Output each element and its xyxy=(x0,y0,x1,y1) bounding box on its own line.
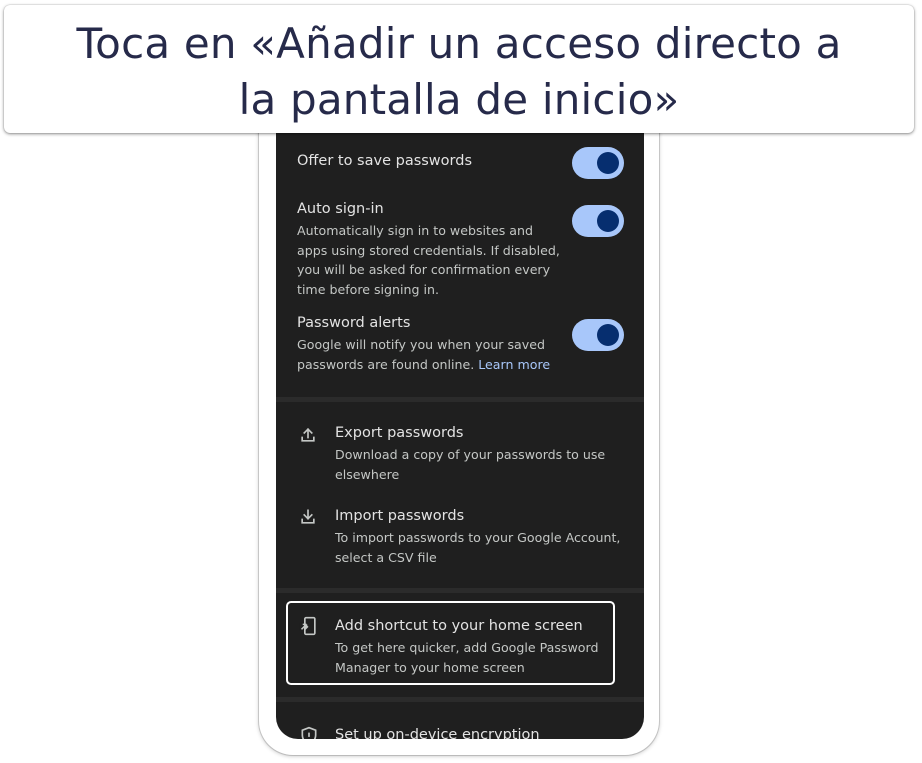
upload-icon xyxy=(301,427,315,442)
offer-save-passwords-title: Offer to save passwords xyxy=(297,153,473,169)
download-icon xyxy=(301,509,315,524)
auto-signin-desc-line: you will be asked for confirmation every xyxy=(297,262,551,278)
section-divider xyxy=(276,397,644,402)
shield-icon xyxy=(301,726,317,739)
toggle-knob xyxy=(597,324,619,346)
password-manager-settings-screen: Offer to save passwords Auto sign-in Aut… xyxy=(276,60,644,739)
password-alerts-desc-line: passwords are found online. xyxy=(297,356,475,372)
export-passwords-title: Export passwords xyxy=(335,425,464,441)
highlight-frame xyxy=(286,601,615,685)
banner-line-2: la pantalla de inicio» xyxy=(238,75,680,124)
export-desc-line: elsewhere xyxy=(335,466,400,482)
auto-signin-desc-line: apps using stored credentials. If disabl… xyxy=(297,242,560,258)
toggle-knob xyxy=(597,152,619,174)
password-alerts-description: Google will notify you when your saved p… xyxy=(297,335,550,374)
import-desc-line: select a CSV file xyxy=(335,549,437,565)
section-divider xyxy=(276,697,644,702)
password-alerts-desc-line: Google will notify you when your saved xyxy=(297,337,545,352)
auto-signin-toggle[interactable] xyxy=(572,205,624,237)
export-desc-line: Download a copy of your passwords to use xyxy=(335,447,606,462)
section-divider xyxy=(276,588,644,593)
auto-signin-desc-line: time before signing in. xyxy=(297,282,439,298)
toggle-knob xyxy=(597,210,619,232)
password-alerts-toggle[interactable] xyxy=(572,319,624,351)
import-passwords-title: Import passwords xyxy=(335,508,465,524)
on-device-encryption-title: Set up on-device encryption xyxy=(335,727,540,739)
export-passwords-description: Download a copy of your passwords to use… xyxy=(335,445,605,484)
banner-line-1: Toca en «Añadir un acceso directo a xyxy=(76,19,842,68)
auto-signin-description: Automatically sign in to websites and ap… xyxy=(297,221,560,300)
auto-signin-title: Auto sign-in xyxy=(297,201,384,217)
offer-save-passwords-toggle[interactable] xyxy=(572,147,624,179)
learn-more-link[interactable]: Learn more xyxy=(478,357,550,372)
import-desc-line: To import passwords to your Google Accou… xyxy=(335,530,621,545)
password-alerts-title: Password alerts xyxy=(297,315,411,331)
auto-signin-desc-line: Automatically sign in to websites and xyxy=(297,223,533,238)
import-passwords-description: To import passwords to your Google Accou… xyxy=(335,528,620,567)
instruction-banner: Toca en «Añadir un acceso directo a la p… xyxy=(4,5,914,133)
